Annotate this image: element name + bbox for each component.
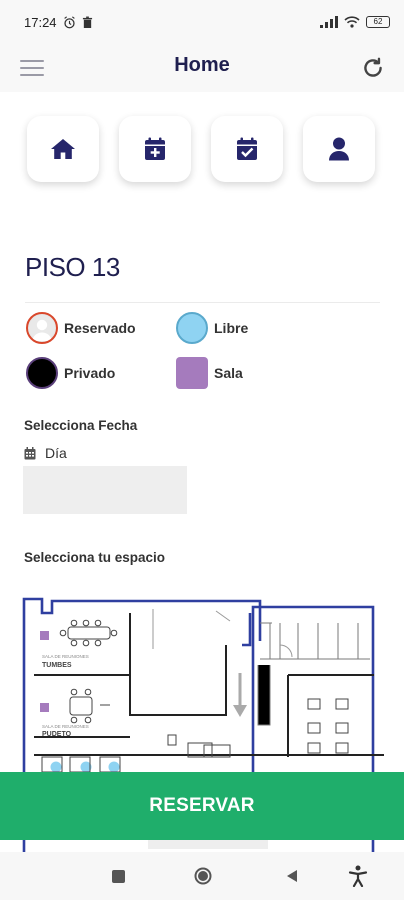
legend-label: Reservado (64, 320, 136, 336)
calendar-check-icon (237, 137, 257, 160)
accessibility-icon[interactable] (346, 864, 370, 888)
free-swatch (176, 312, 208, 344)
home-button[interactable] (27, 116, 99, 182)
battery-level: 62 (373, 17, 383, 26)
room-name: TUMBES (42, 662, 72, 669)
legend-sala: Sala (176, 357, 243, 389)
refresh-icon[interactable] (360, 55, 386, 81)
square-icon[interactable] (106, 864, 130, 888)
private-swatch (26, 357, 58, 389)
legend-label: Privado (64, 365, 116, 381)
wifi-icon (344, 16, 360, 28)
room-name: PUDETO (42, 731, 72, 738)
system-nav-bar (0, 852, 404, 900)
reserve-button[interactable]: RESERVAR (0, 772, 404, 840)
calendar-icon (24, 446, 36, 459)
circle-icon[interactable] (191, 864, 215, 888)
quick-actions (27, 116, 375, 182)
status-bar: 17:24 62 (0, 0, 404, 44)
legend-privado: Privado (26, 357, 115, 389)
signal-icon (320, 16, 338, 28)
hamburger-menu-icon[interactable] (20, 56, 44, 80)
status-time: 17:24 (24, 14, 57, 30)
room-caption: SALA DE REUNIONES (42, 654, 89, 659)
date-input[interactable] (23, 466, 187, 514)
legend-label: Sala (214, 365, 243, 381)
room-caption: SALA DE REUNIONES (42, 724, 89, 729)
room-marker (40, 631, 49, 640)
battery-icon: 62 (366, 16, 390, 28)
day-label: Día (45, 445, 67, 461)
my-reservations-button[interactable] (211, 116, 283, 182)
floor-title: PISO 13 (25, 252, 120, 282)
reserved-swatch (26, 312, 58, 344)
user-icon (329, 137, 349, 161)
date-section-label: Selecciona Fecha (24, 418, 138, 433)
app-header: Home (0, 44, 404, 92)
room-swatch (176, 357, 208, 389)
legend-libre: Libre (176, 312, 248, 344)
legend-label: Libre (214, 320, 249, 336)
new-reservation-button[interactable] (119, 116, 191, 182)
space-section-label: Selecciona tu espacio (24, 550, 166, 565)
alarm-icon (63, 15, 75, 28)
room-marker (40, 703, 49, 712)
calendar-plus-icon (145, 137, 165, 160)
divider (25, 302, 380, 303)
user-avatar-icon (29, 315, 55, 341)
legend-reservado: Reservado (26, 312, 136, 344)
back-triangle-icon[interactable] (280, 864, 304, 888)
page-title: Home (174, 54, 230, 76)
date-field-label: Día (24, 445, 67, 461)
trash-icon (82, 16, 92, 28)
profile-button[interactable] (303, 116, 375, 182)
home-icon (51, 139, 75, 159)
